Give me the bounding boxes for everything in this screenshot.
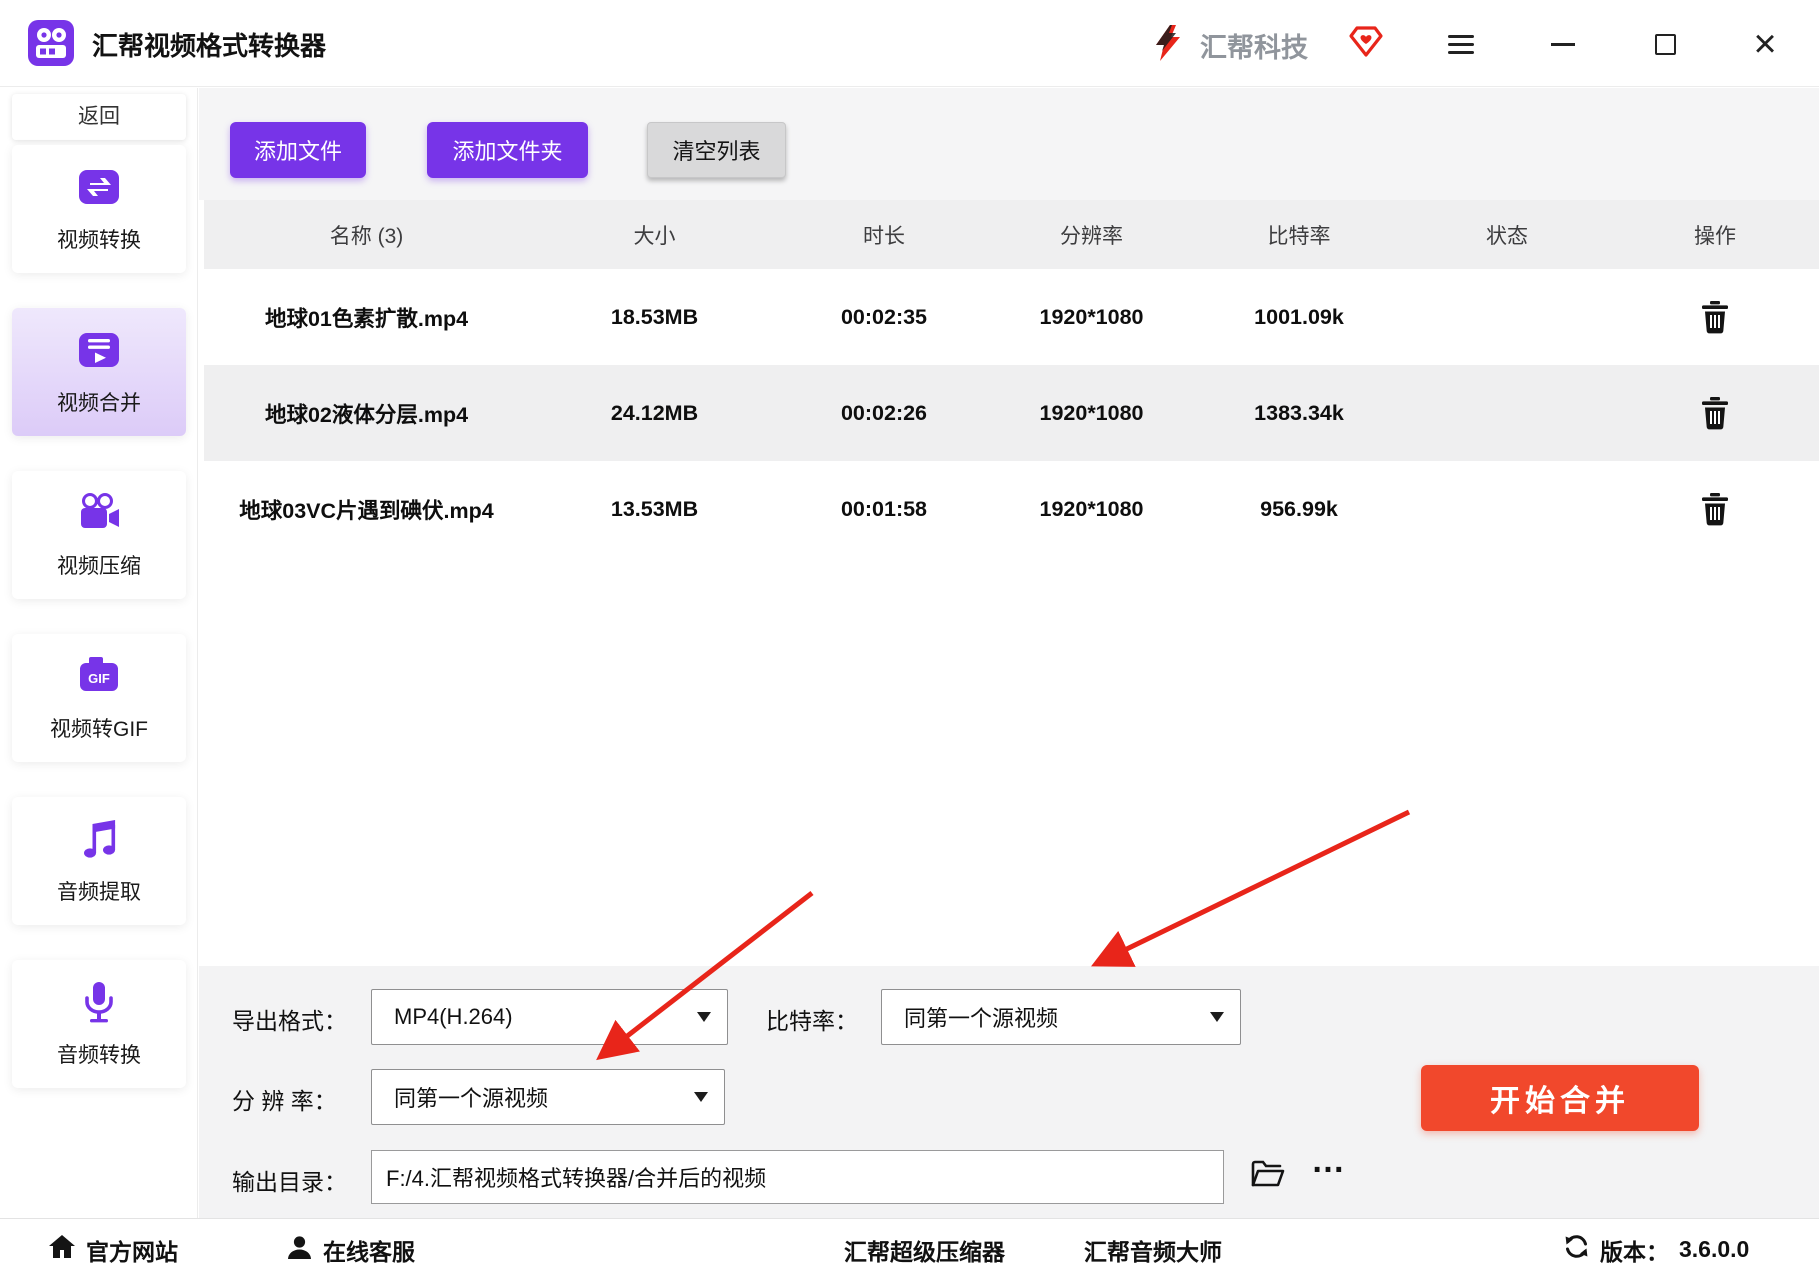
file-duration: 00:02:35 [840,304,928,329]
sidebar: 返回 视频转换 视频合并 视频压缩 GIF 视频转GIF 音频提取 音频转换 [0,88,198,1218]
microphone-icon [77,980,121,1029]
chevron-down-icon [697,1012,711,1022]
file-resolution: 1920*1080 [1039,304,1144,329]
col-duration: 时长 [863,224,905,248]
col-name: 名称 (3) [329,224,404,248]
output-dir-input[interactable] [371,1150,1224,1204]
sidebar-item-audio-convert[interactable]: 音频转换 [12,960,186,1088]
sidebar-item-label: 音频提取 [57,880,141,904]
sidebar-item-video-to-gif[interactable]: GIF 视频转GIF [12,634,186,762]
bitrate-label: 比特率： [766,1008,858,1034]
clear-list-button[interactable]: 清空列表 [647,122,786,178]
table-row[interactable]: 地球01色素扩散.mp4 18.53MB 00:02:35 1920*1080 … [204,269,1819,365]
file-bitrate: 956.99k [1260,496,1338,521]
music-note-icon [77,817,121,866]
sidebar-item-video-convert[interactable]: 视频转换 [12,145,186,273]
file-duration: 00:01:58 [840,496,928,521]
official-site-label: 官方网站 [86,1238,178,1265]
col-resolution: 分辨率 [1060,224,1123,248]
file-duration: 00:02:26 [840,400,928,425]
file-resolution: 1920*1080 [1039,400,1144,425]
export-format-select[interactable]: MP4(H.264) [371,989,728,1045]
chevron-down-icon [694,1092,708,1102]
bitrate-select[interactable]: 同第一个源视频 [881,989,1241,1045]
chevron-down-icon [1210,1012,1224,1022]
start-merge-button[interactable]: 开始合并 [1421,1065,1699,1131]
brand-name: 汇帮科技 [1200,33,1308,63]
file-size: 13.53MB [610,496,699,521]
table-header: 名称 (3) 大小 时长 分辨率 比特率 状态 操作 [204,200,1819,269]
table-row[interactable]: 地球02液体分层.mp4 24.12MB 00:02:26 1920*1080 … [204,365,1819,461]
menu-icon[interactable] [1438,22,1484,66]
sidebar-item-label: 视频转GIF [50,717,148,741]
resolution-label: 分 辨 率： [232,1088,337,1114]
sidebar-item-label: 视频转换 [57,228,141,252]
file-name: 地球01色素扩散.mp4 [264,306,469,331]
file-bitrate: 1383.34k [1254,400,1344,425]
back-button[interactable]: 返回 [12,94,186,140]
refresh-icon[interactable] [1563,1233,1590,1266]
file-name: 地球02液体分层.mp4 [264,402,469,427]
output-dir-label: 输出目录： [232,1169,347,1195]
svg-text:GIF: GIF [88,671,110,686]
open-folder-icon[interactable] [1248,1158,1288,1194]
sidebar-item-label: 视频合并 [57,391,141,415]
col-action: 操作 [1694,224,1736,248]
export-format-label: 导出格式： [232,1008,347,1034]
sidebar-item-video-merge[interactable]: 视频合并 [12,308,186,436]
minimize-button[interactable] [1540,22,1586,66]
col-bitrate: 比特率 [1267,224,1331,248]
file-size: 18.53MB [610,304,699,329]
sidebar-item-label: 音频转换 [57,1043,141,1067]
col-size: 大小 [633,224,676,248]
person-icon [286,1234,313,1266]
maximize-button[interactable] [1642,22,1688,66]
video-to-gif-icon: GIF [77,654,121,703]
app-icon [28,20,74,66]
add-file-button[interactable]: 添加文件 [230,122,366,178]
delete-button[interactable] [1695,393,1735,433]
file-name: 地球03VC片遇到碘伏.mp4 [239,498,494,523]
add-folder-button[interactable]: 添加文件夹 [427,122,588,178]
online-service-label: 在线客服 [323,1238,415,1265]
file-size: 24.12MB [610,400,699,425]
file-resolution: 1920*1080 [1039,496,1144,521]
resolution-select[interactable]: 同第一个源视频 [371,1069,725,1125]
brand-diamond-icon [1348,24,1384,63]
version-value: 3.6.0.0 [1679,1236,1750,1262]
statusbar: 官方网站 在线客服 汇帮超级压缩器 汇帮音频大师 版本： 3.6.0.0 [0,1218,1819,1279]
video-compress-icon [76,491,122,540]
col-status: 状态 [1486,224,1528,248]
bitrate-value: 同第一个源视频 [904,1006,1059,1031]
file-bitrate: 1001.09k [1254,304,1344,329]
official-site-link[interactable]: 官方网站 [48,1219,178,1279]
house-icon [48,1234,76,1265]
sidebar-item-video-compress[interactable]: 视频压缩 [12,471,186,599]
table-row[interactable]: 地球03VC片遇到碘伏.mp4 13.53MB 00:01:58 1920*10… [204,461,1819,557]
delete-button[interactable] [1695,489,1735,529]
version-info: 版本： 3.6.0.0 [1563,1219,1749,1279]
audio-master-link[interactable]: 汇帮音频大师 [1084,1219,1222,1279]
sidebar-item-audio-extract[interactable]: 音频提取 [12,797,186,925]
delete-button[interactable] [1695,297,1735,337]
video-merge-icon [77,328,121,377]
online-service-link[interactable]: 在线客服 [286,1219,415,1279]
sidebar-item-label: 视频压缩 [57,554,141,578]
super-compressor-link[interactable]: 汇帮超级压缩器 [844,1219,1005,1279]
brand-lightning-icon [1148,23,1188,68]
settings-panel: 导出格式： MP4(H.264) 比特率： 同第一个源视频 分 辨 率： 同第一… [199,966,1819,1218]
more-options-button[interactable]: … [1303,1134,1355,1188]
export-format-value: MP4(H.264) [394,1004,513,1029]
titlebar: 汇帮视频格式转换器 汇帮科技 × [0,0,1819,87]
app-title: 汇帮视频格式转换器 [92,31,327,61]
main-content: 添加文件 添加文件夹 清空列表 名称 (3) 大小 时长 分辨率 比特率 状态 … [199,88,1819,1218]
close-button[interactable]: × [1742,22,1788,66]
resolution-value: 同第一个源视频 [394,1086,549,1111]
video-convert-icon [77,165,121,214]
version-label: 版本： [1600,1238,1669,1265]
